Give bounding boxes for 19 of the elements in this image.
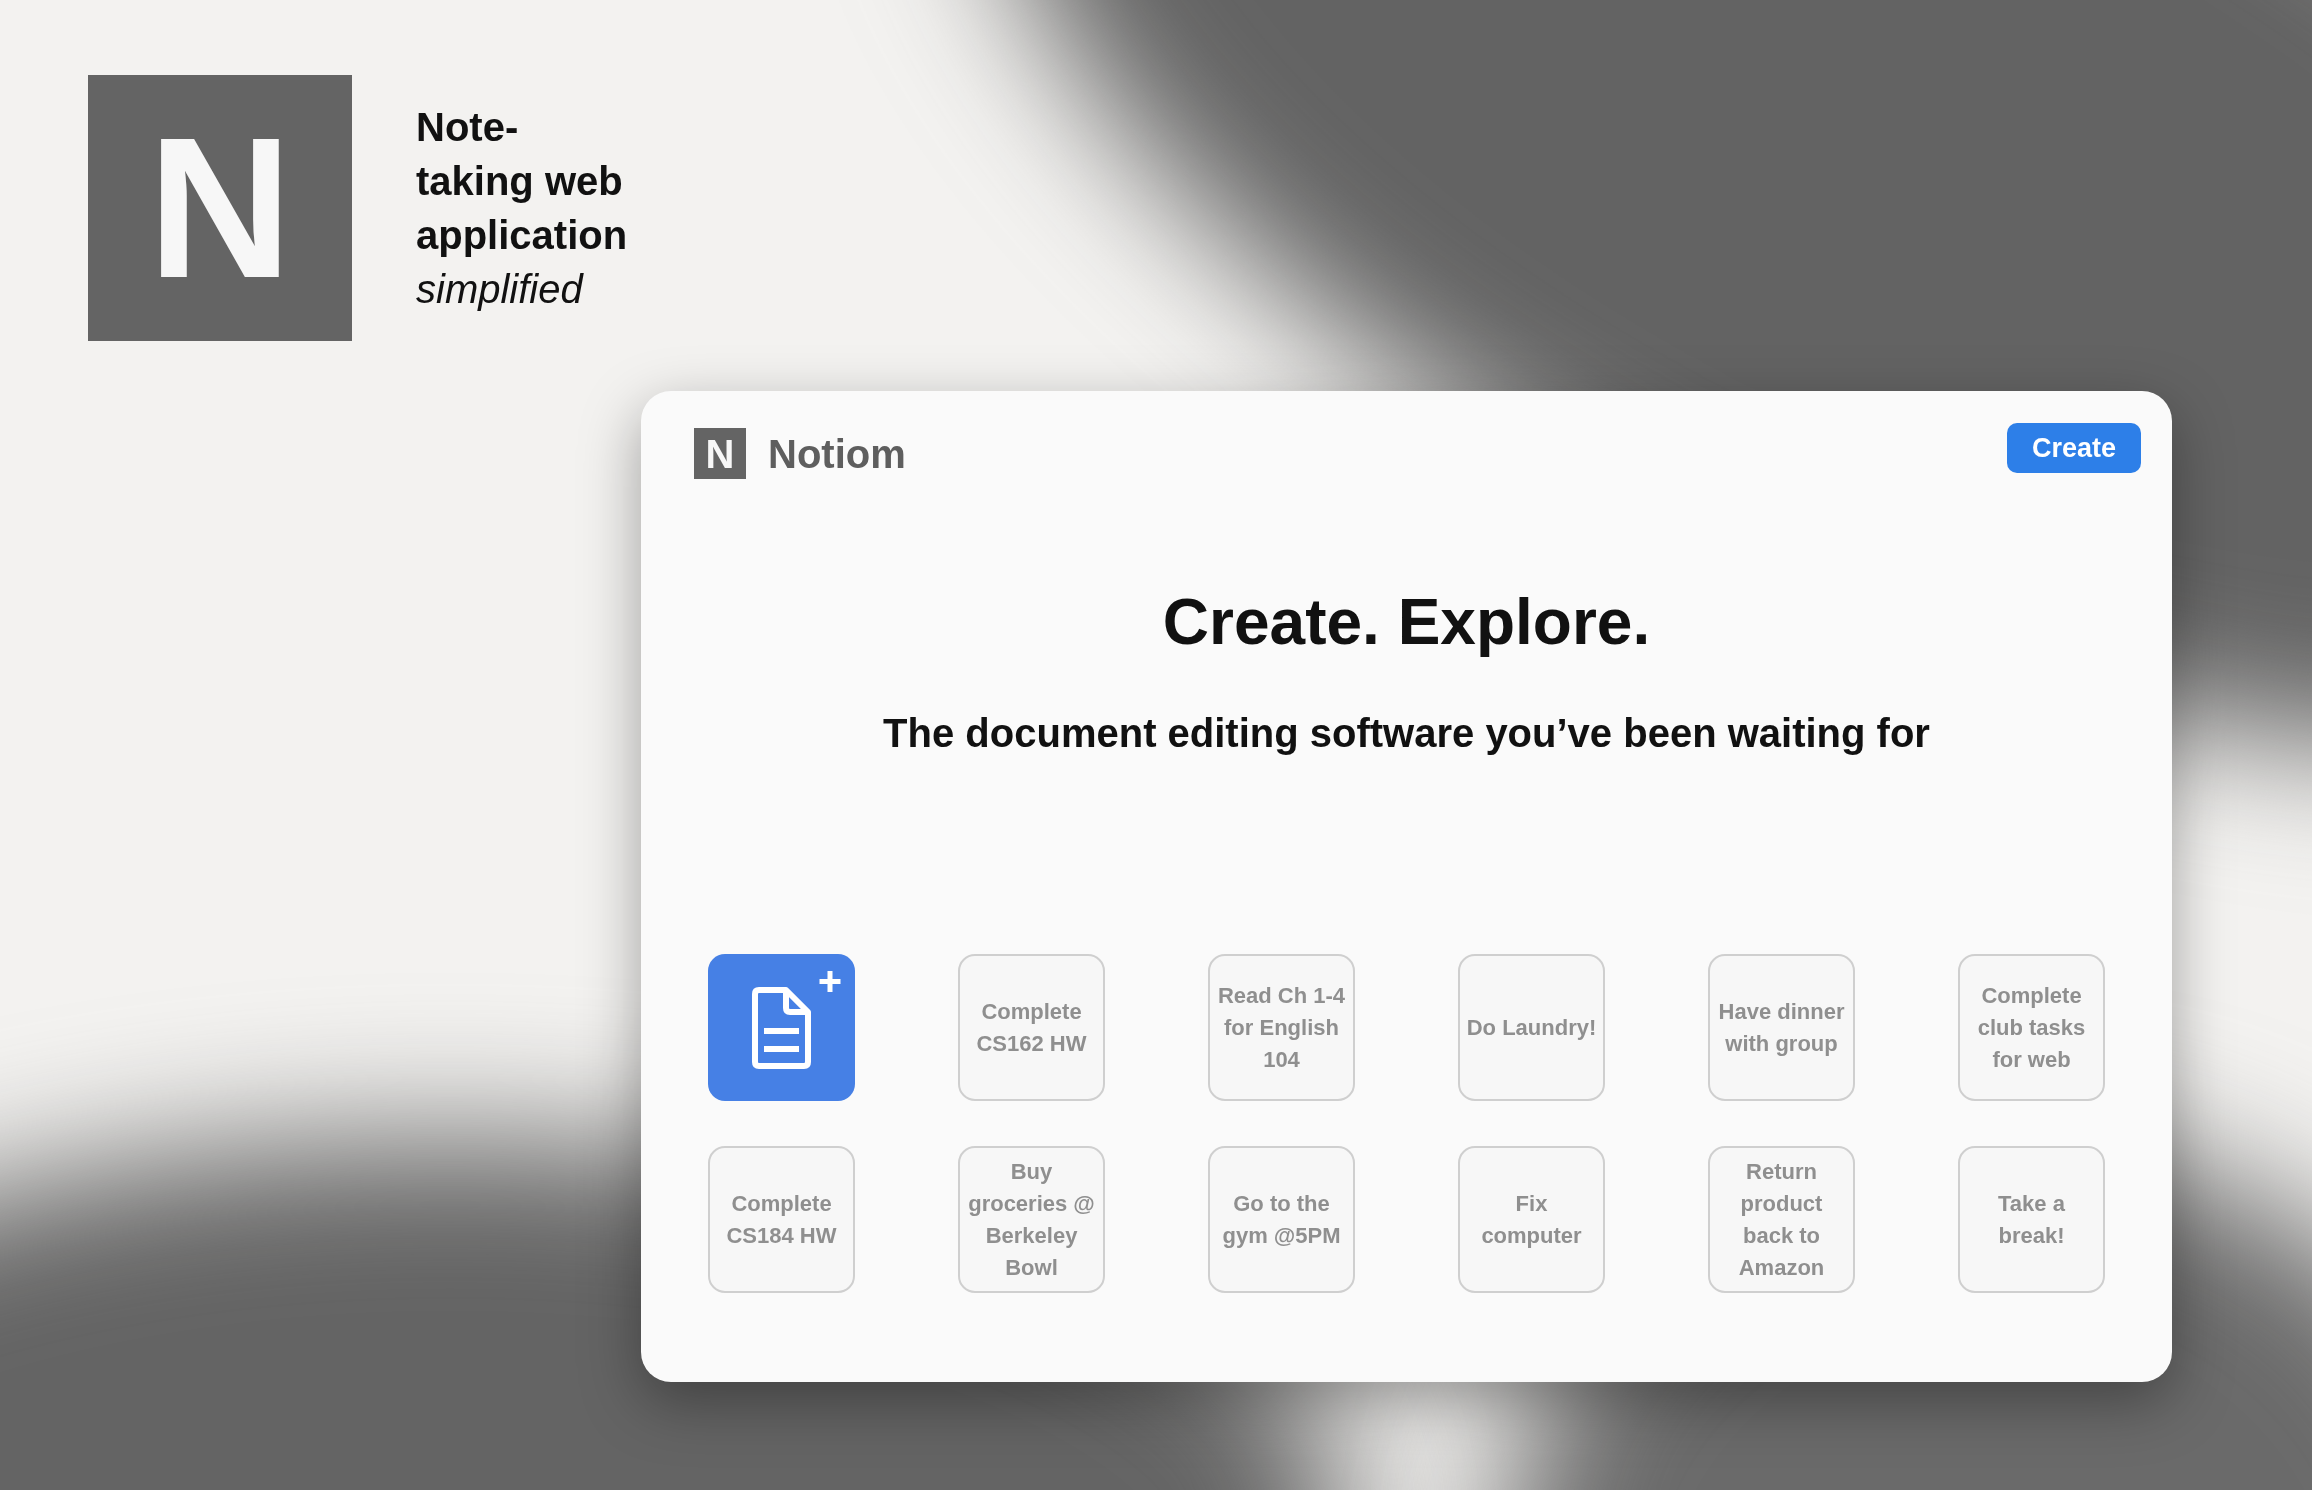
note-tile[interactable]: Complete CS162 HW <box>958 954 1105 1101</box>
document-plus-icon <box>752 971 841 1069</box>
note-tile[interactable]: Complete CS184 HW <box>708 1146 855 1293</box>
note-tile[interactable]: Fix computer <box>1458 1146 1605 1293</box>
new-document-button[interactable] <box>708 954 855 1101</box>
create-button[interactable]: Create <box>2007 423 2141 473</box>
note-tile[interactable]: Buy groceries @ Berkeley Bowl <box>958 1146 1105 1293</box>
note-tile[interactable]: Complete club tasks for web <box>1958 954 2105 1101</box>
note-tile[interactable]: Do Laundry! <box>1458 954 1605 1101</box>
note-tile[interactable]: Go to the gym @5PM <box>1208 1146 1355 1293</box>
logo-mark: N <box>88 75 352 341</box>
note-tile[interactable]: Take a break! <box>1958 1146 2105 1293</box>
hero-subheading: The document editing software you’ve been waiting for <box>882 713 1931 753</box>
app-name: Notiom <box>768 433 906 474</box>
app-logo: N <box>694 428 746 479</box>
note-tile[interactable]: Have dinner with group <box>1708 954 1855 1101</box>
note-tile[interactable]: Read Ch 1-4 for English 104 <box>1208 954 1355 1101</box>
note-tile[interactable]: Return product back to Amazon <box>1708 1146 1855 1293</box>
tagline: Note-taking web application simplified <box>416 104 629 313</box>
